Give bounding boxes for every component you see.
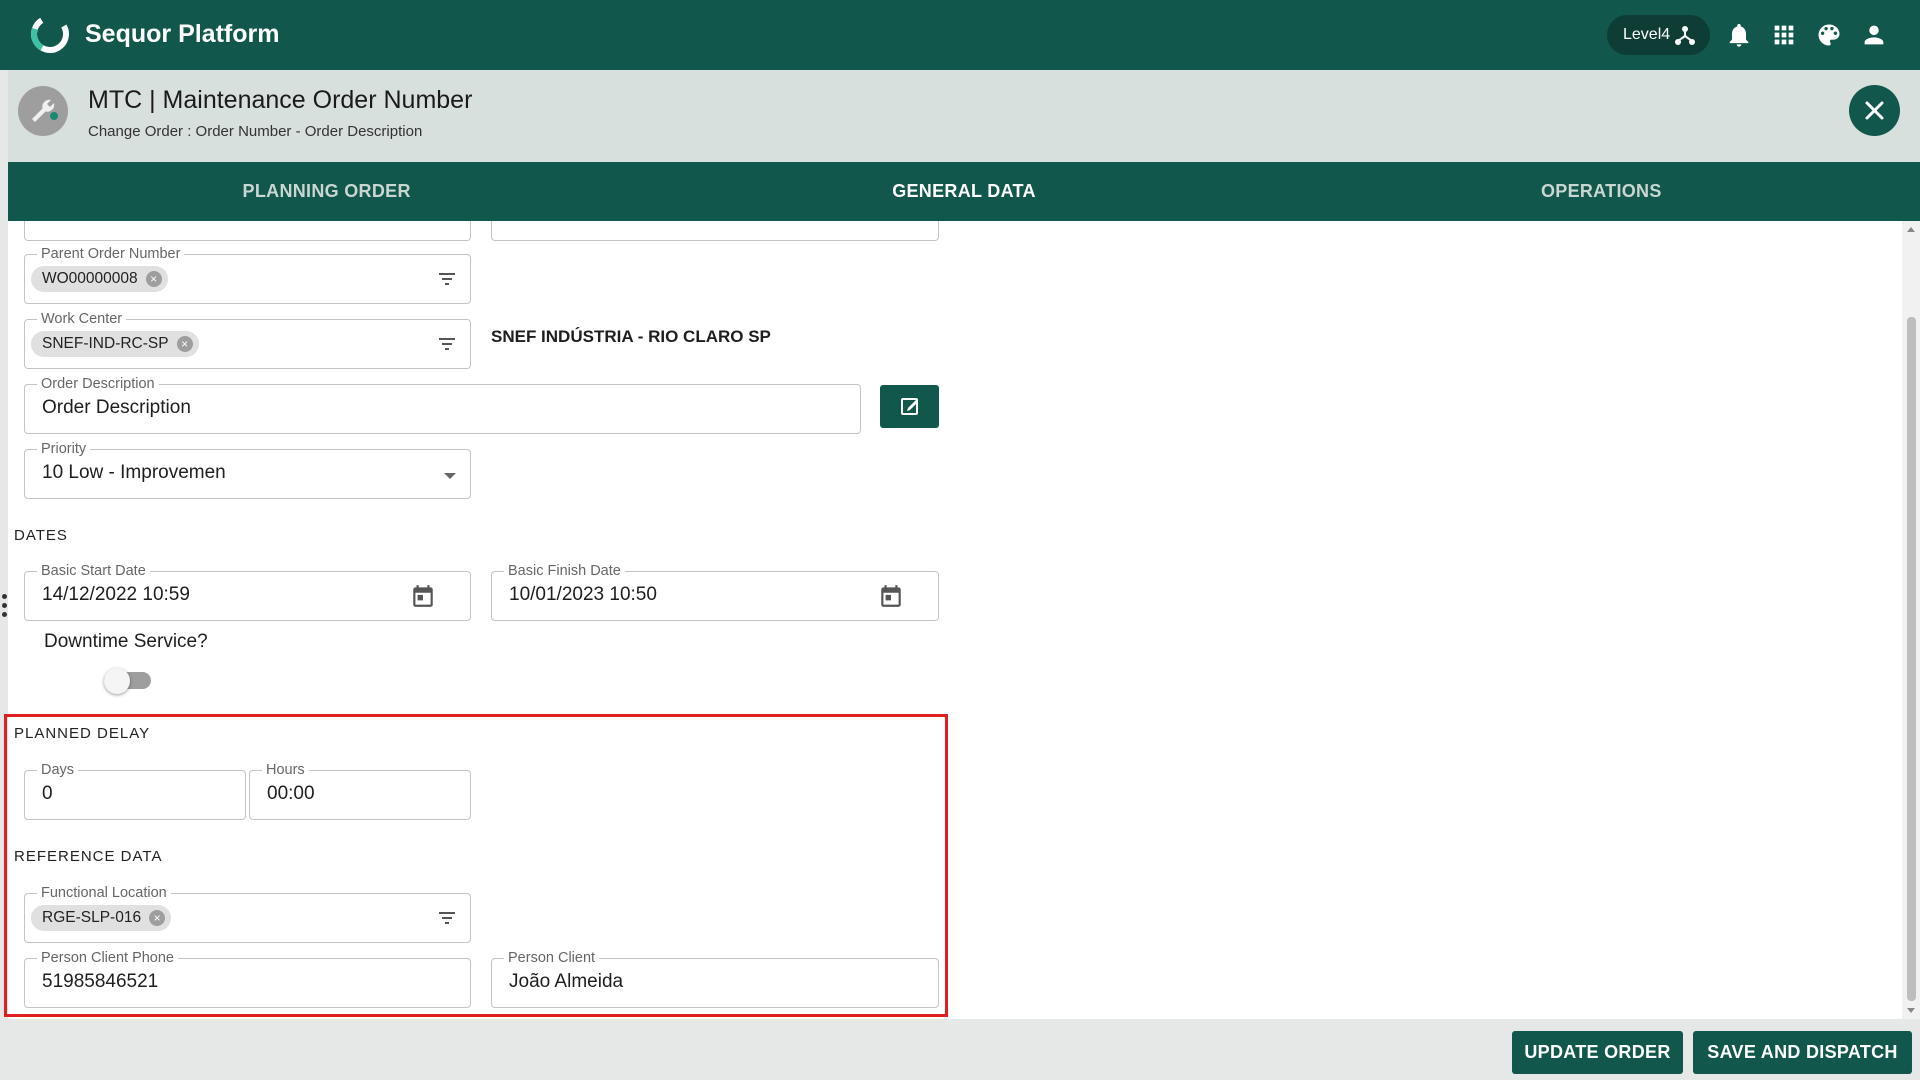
close-button[interactable] <box>1849 85 1900 136</box>
chip-text: SNEF-IND-RC-SP <box>42 335 169 352</box>
filter-icon[interactable] <box>438 337 456 351</box>
page-subtitle: Change Order : Order Number - Order Desc… <box>88 123 423 140</box>
vertical-scrollbar[interactable] <box>1902 221 1920 1019</box>
close-icon <box>1865 101 1884 120</box>
brand-name: Sequor Platform <box>85 20 280 48</box>
sequor-logo-icon <box>31 15 69 53</box>
field-value: 00:00 <box>267 783 315 804</box>
scrolled-field-left[interactable] <box>24 221 471 241</box>
level-selector[interactable]: Level4 <box>1607 15 1710 55</box>
basic-start-date-field[interactable]: Basic Start Date 14/12/2022 10:59 <box>24 563 471 621</box>
hours-input[interactable]: Hours 00:00 <box>249 762 471 820</box>
field-value: 10/01/2023 10:50 <box>509 584 657 605</box>
field-value: 10 Low - Improvemen <box>42 462 226 483</box>
tab-bar: PLANNING ORDER GENERAL DATA OPERATIONS <box>8 162 1920 221</box>
top-bar: Sequor Platform Level4 <box>0 0 1920 70</box>
save-and-dispatch-button[interactable]: SAVE AND DISPATCH <box>1693 1031 1912 1074</box>
field-label: Work Center <box>37 311 127 327</box>
field-label: Basic Start Date <box>37 563 150 579</box>
field-label: Priority <box>37 441 91 457</box>
field-value: João Almeida <box>509 971 624 992</box>
chip-text: RGE-SLP-016 <box>42 909 142 926</box>
dropdown-arrow-icon <box>444 473 456 479</box>
parent-order-number-field[interactable]: Parent Order Number WO00000008 × <box>24 246 471 304</box>
side-panel-handle-icon[interactable] <box>2 594 7 621</box>
field-value: Order Description <box>42 397 191 418</box>
field-label: Parent Order Number <box>37 246 185 262</box>
calendar-icon[interactable] <box>410 583 436 609</box>
chip-remove-icon[interactable]: × <box>149 910 166 926</box>
field-label: Functional Location <box>37 885 171 901</box>
downtime-service-label: Downtime Service? <box>44 631 208 652</box>
field-value: 14/12/2022 10:59 <box>42 584 190 605</box>
work-center-description: SNEF INDÚSTRIA - RIO CLARO SP <box>491 327 771 346</box>
scrollbar-thumb[interactable] <box>1907 317 1916 1001</box>
notification-bell-icon[interactable] <box>1725 21 1753 49</box>
scroll-down-arrow-icon[interactable] <box>1907 1008 1915 1013</box>
days-input[interactable]: Days 0 <box>24 762 246 820</box>
maintenance-wrench-icon <box>18 86 68 136</box>
field-label: Order Description <box>37 376 159 392</box>
functional-location-field[interactable]: Functional Location RGE-SLP-016 × <box>24 885 471 943</box>
level-label: Level4 <box>1623 26 1671 43</box>
person-client-field[interactable]: Person Client João Almeida <box>491 950 939 1008</box>
palette-icon[interactable] <box>1815 21 1843 49</box>
field-label: Basic Finish Date <box>504 563 625 579</box>
planned-delay-section-title: PLANNED DELAY <box>14 725 151 742</box>
field-label: Days <box>37 762 79 778</box>
field-value: 0 <box>42 783 53 804</box>
form-content: Parent Order Number WO00000008 × Work Ce… <box>8 221 1902 1019</box>
person-client-phone-field[interactable]: Person Client Phone 51985846521 <box>24 950 471 1008</box>
toggle-knob[interactable] <box>104 668 130 694</box>
page-header: MTC | Maintenance Order Number Change Or… <box>8 70 1920 162</box>
functional-location-chip: RGE-SLP-016 × <box>31 905 172 931</box>
work-center-chip: SNEF-IND-RC-SP × <box>31 331 199 357</box>
edit-description-button[interactable] <box>880 385 939 428</box>
user-account-icon[interactable] <box>1860 21 1888 49</box>
field-value: 51985846521 <box>42 971 159 992</box>
scroll-up-arrow-icon[interactable] <box>1907 227 1915 232</box>
filter-icon[interactable] <box>438 911 456 925</box>
reference-data-section-title: REFERENCE DATA <box>14 848 163 865</box>
parent-order-chip: WO00000008 × <box>31 266 168 292</box>
field-label: Hours <box>262 762 309 778</box>
filter-icon[interactable] <box>438 272 456 286</box>
dates-section-title: DATES <box>14 527 68 544</box>
page-title: MTC | Maintenance Order Number <box>88 86 473 114</box>
tab-operations[interactable]: OPERATIONS <box>1283 162 1920 221</box>
chip-remove-icon[interactable]: × <box>176 336 193 352</box>
work-center-field[interactable]: Work Center SNEF-IND-RC-SP × <box>24 311 471 369</box>
priority-select[interactable]: Priority 10 Low - Improvemen <box>24 441 471 499</box>
field-label: Person Client Phone <box>37 950 178 966</box>
edit-icon <box>901 398 918 415</box>
update-order-button[interactable]: UPDATE ORDER <box>1512 1031 1683 1074</box>
tab-planning-order[interactable]: PLANNING ORDER <box>8 162 645 221</box>
hierarchy-icon <box>1675 26 1695 45</box>
basic-finish-date-field[interactable]: Basic Finish Date 10/01/2023 10:50 <box>491 563 939 621</box>
calendar-icon[interactable] <box>878 583 904 609</box>
tab-general-data[interactable]: GENERAL DATA <box>645 162 1282 221</box>
footer-actions: UPDATE ORDER SAVE AND DISPATCH <box>8 1019 1920 1080</box>
scrolled-field-right[interactable] <box>491 221 939 241</box>
field-label: Person Client <box>504 950 600 966</box>
chip-text: WO00000008 <box>42 270 138 287</box>
chip-remove-icon[interactable]: × <box>145 271 162 287</box>
order-description-field[interactable]: Order Description Order Description <box>24 376 861 434</box>
apps-grid-icon[interactable] <box>1770 21 1798 49</box>
